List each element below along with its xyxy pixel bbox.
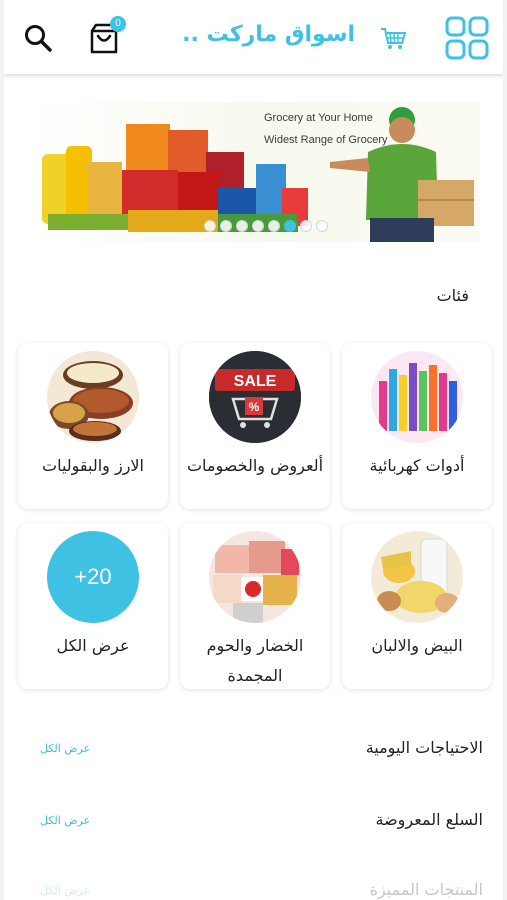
list-title: الاحتياجات اليومية [365,738,483,757]
banner-dot[interactable] [220,220,232,232]
category-label: الخضار والحوم المجمدة [206,636,304,685]
category-card-electrical[interactable]: أدوات كهربائية [342,343,492,509]
list-row-featured: المنتجات المميزة عرض الكل [40,880,483,900]
category-card-rice[interactable]: الارز والبقوليات [18,343,168,509]
search-button[interactable] [18,18,58,58]
category-label: أدوات كهربائية [369,456,465,475]
title-cart-icon [379,24,407,52]
list-title: السلع المعروضة [375,810,484,829]
banner-dot[interactable] [268,220,280,232]
banner-dot-active[interactable] [284,220,296,232]
list-row-daily-needs: الاحتياجات اليومية عرض الكل [40,738,483,768]
categories-title: فئات [436,286,469,305]
category-card-frozen[interactable]: الخضار والحوم المجمدة [180,523,330,689]
delivery-man-image [330,107,474,242]
more-count-badge: +20 [47,531,139,623]
list-row-offered-goods: السلع المعروضة عرض الكل [40,810,483,840]
cart-count-badge: 0 [110,16,126,32]
eggs-dairy-image [371,531,463,623]
app-header: 0 اسواق ماركت ... [4,0,503,74]
view-all-link[interactable]: عرض الكل [40,884,90,897]
cart-button[interactable]: 0 [82,16,126,60]
banner-dot[interactable] [236,220,248,232]
screen: 0 اسواق ماركت ... Grocery at Your Home W… [4,0,503,900]
sale-image: SALE % [209,351,301,443]
category-card-eggs-dairy[interactable]: البيض والالبان [342,523,492,689]
category-card-offers[interactable]: SALE % ألعروض والخصومات [180,343,330,509]
category-label: الارز والبقوليات [42,456,144,475]
view-all-link[interactable]: عرض الكل [40,814,90,827]
grid-menu-icon [445,16,489,60]
banner-dot[interactable] [204,220,216,232]
percent-text: % [249,400,260,414]
menu-button[interactable] [444,15,490,61]
rice-legumes-image [47,351,139,443]
view-all-link[interactable]: عرض الكل [40,742,90,755]
search-icon [25,25,52,52]
category-label: عرض الكل [56,636,130,655]
app-title: اسواق ماركت ... [180,22,355,47]
banner-pagination [204,220,328,232]
banner-dot[interactable] [316,220,328,232]
list-title: المنتجات المميزة [369,880,483,899]
banner-dot[interactable] [300,220,312,232]
category-card-view-all[interactable]: +20 عرض الكل [18,523,168,689]
category-label: البيض والالبان [371,636,463,655]
stationery-image [371,351,463,443]
promo-banner[interactable]: Grocery at Your Home Widest Range of Gro… [28,102,480,242]
frozen-food-image [209,531,301,623]
banner-dot[interactable] [252,220,264,232]
category-label: ألعروض والخصومات [186,456,324,475]
sale-text: SALE [234,373,277,390]
